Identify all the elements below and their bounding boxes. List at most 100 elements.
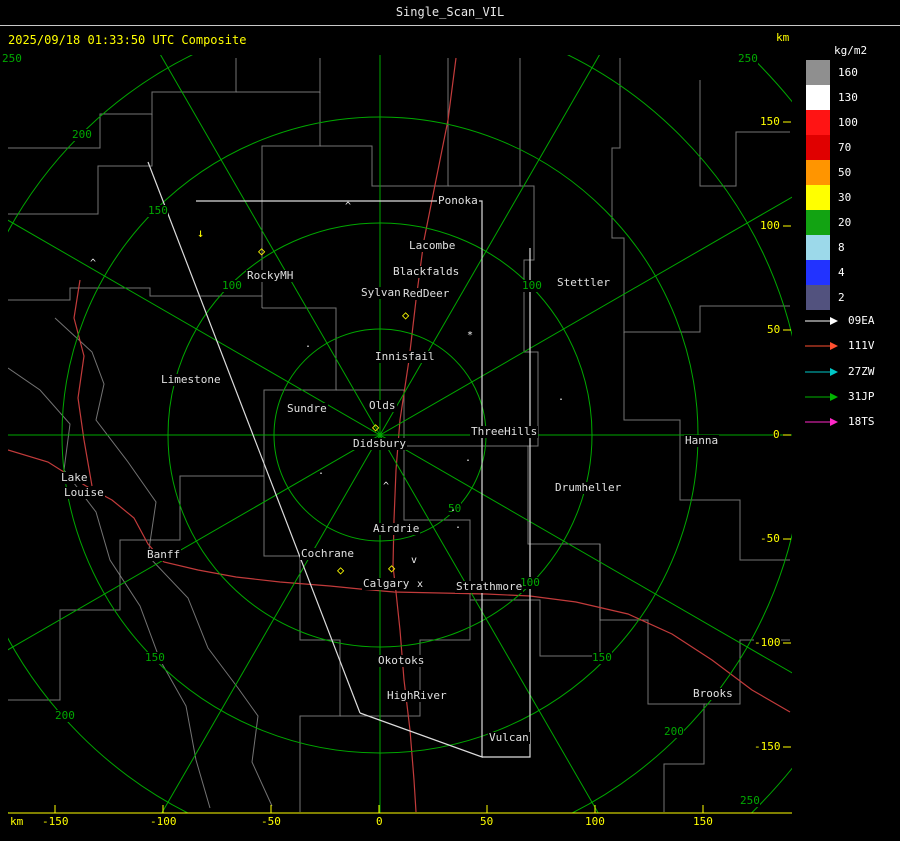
arrow-icon [805,367,838,376]
city-marker-diamond-icon: ◇ [258,244,266,258]
city-label: Banff [146,548,182,561]
ring-distance-label: 100 [222,279,242,292]
ring-distance-label: 150 [148,204,168,217]
city-label: RockyMH [246,269,295,282]
ring-distance-label: 200 [664,725,684,738]
city-label: Calgary [362,577,411,590]
axis-label-right: 0 [773,428,780,441]
axis-label-bottom: 150 [693,815,713,828]
radar-id-label: 111V [848,339,875,352]
arrow-icon [805,341,838,350]
arrow-icon [805,417,838,426]
city-label: Airdrie [372,522,421,535]
axis-label-bottom: 50 [480,815,494,828]
x-marker-icon: x [417,579,424,590]
color-swatch [806,110,830,135]
legend-scale-value: 8 [838,241,845,254]
legend-scale-value: 130 [838,91,858,104]
city-label: Louise [63,486,105,499]
radar-center-diamond-icon: ◇ [372,420,380,434]
legend-scale-value: 50 [838,166,852,179]
ring-distance-label: 250 [738,52,758,65]
radar-legend-row: 111V [804,339,875,352]
dot-marker-icon: . [465,453,472,464]
city-label: Hanna [684,434,720,447]
axis-label-right: 50 [767,323,781,336]
legend-scale-value: 160 [838,66,858,79]
radar-legend-row: 27ZW [804,365,875,378]
city-label: HighRiver [386,689,448,702]
radar-viewer-window: Single_Scan_VIL 2025/09/18 01:33:50 UTC … [0,0,900,841]
city-label: Limestone [160,373,222,386]
city-marker-diamond-icon: ◇ [337,563,345,577]
city-label: Blackfalds [392,265,461,278]
legend-unit-label: kg/m2 [834,44,868,57]
asterisk-marker-icon: * [467,330,474,341]
axis-label-right: 100 [760,219,780,232]
ring-distance-label: 250 [2,52,22,65]
dot-marker-icon: . [318,466,325,477]
color-swatch [806,160,830,185]
color-swatch [806,60,830,85]
dot-marker-icon: . [455,520,462,531]
caret-marker-icon: ^ [345,201,352,212]
ring-distance-label: 200 [55,709,75,722]
color-swatch [806,285,830,310]
radar-id-label: 09EA [848,314,875,327]
city-label: Stettler [556,276,611,289]
ring-distance-label: 200 [72,128,92,141]
color-swatch [806,85,830,110]
axis-label-bottom: 100 [585,815,605,828]
color-swatch [806,185,830,210]
color-swatch [806,135,830,160]
radar-legend-row: 18TS [804,415,875,428]
color-swatch [806,235,830,260]
arrow-icon [805,316,838,325]
city-label: Brooks [692,687,734,700]
color-swatch [806,260,830,285]
city-label: Strathmore [455,580,524,593]
city-label: Cochrane [300,547,355,560]
city-marker-diamond-icon: ◇ [402,308,410,322]
radar-legend-row: 09EA [804,314,875,327]
radar-id-label: 31JP [848,390,875,403]
scan-footprint-outline [147,161,531,758]
city-label: Didsbury [352,437,407,450]
legend-scale-value: 20 [838,216,852,229]
radar-id-label: 27ZW [848,365,875,378]
color-swatch [806,210,830,235]
city-label: Drumheller [554,481,623,494]
legend-scale-value: 100 [838,116,858,129]
km-unit-label-bottom: km [10,815,24,828]
ring-distance-label: 100 [522,279,542,292]
city-label: Okotoks [377,654,426,667]
dot-marker-icon: . [305,339,312,350]
dot-marker-icon: . [558,392,565,403]
caret-marker-icon: ^ [383,481,390,492]
legend-scale-value: 30 [838,191,852,204]
axis-label-right: -50 [760,532,780,545]
city-label: Lake [60,471,89,484]
axis-label-bottom: -150 [42,815,69,828]
city-label: Ponoka [437,194,479,207]
ring-distance-label: 250 [740,794,760,807]
axis-ticks [8,121,792,814]
down-arrow-icon: ↓ [197,226,205,240]
city-label: ThreeHills [470,425,539,438]
city-label: Vulcan [488,731,530,744]
axis-label-right: -100 [754,636,781,649]
axis-label-bottom: -100 [150,815,177,828]
arrow-icon [805,392,838,401]
axis-label-bottom: 0 [376,815,383,828]
city-label: Lacombe [408,239,457,252]
city-label: Sundre [286,402,328,415]
axis-label-right: 150 [760,115,780,128]
v-marker-icon: v [411,555,418,566]
axis-label-right: -150 [754,740,781,753]
legend-scale-value: 2 [838,291,845,304]
radar-id-label: 18TS [848,415,875,428]
ring-distance-label: 150 [592,651,612,664]
city-marker-diamond-icon: ◇ [388,561,396,575]
radar-legend-row: 31JP [804,390,875,403]
legend-scale-value: 4 [838,266,845,279]
